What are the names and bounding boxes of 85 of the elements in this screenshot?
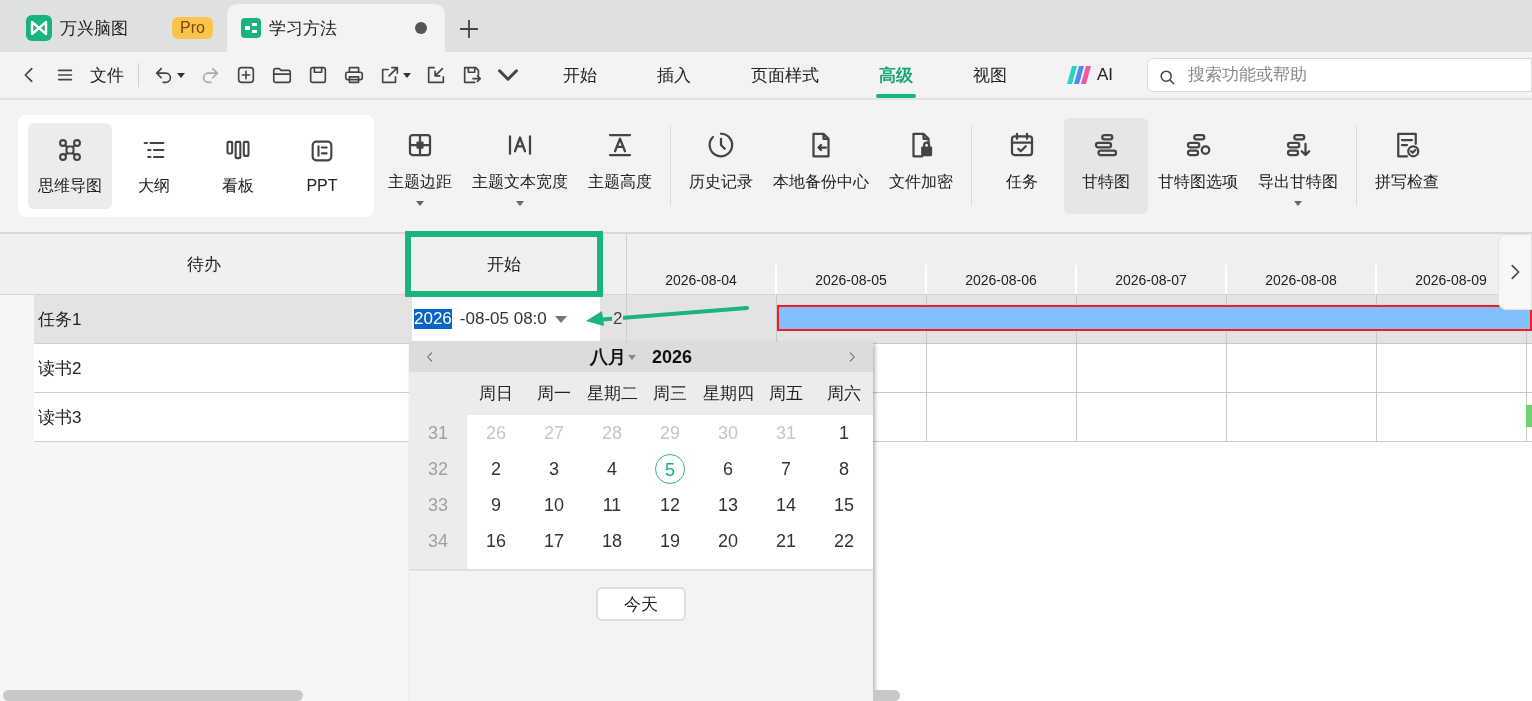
search-field[interactable]: 搜索功能或帮助 [1147, 58, 1532, 92]
ribbon-button[interactable]: 本地备份中心 [763, 118, 879, 214]
caret-icon [416, 201, 424, 206]
menu-tab[interactable]: AI [1037, 52, 1144, 98]
calendar-day[interactable]: 10 [539, 490, 569, 520]
app-logo-icon [26, 15, 52, 41]
calendar-day[interactable]: 7 [771, 454, 801, 484]
calendar-day[interactable]: 6 [713, 454, 743, 484]
calendar-day[interactable]: 13 [713, 490, 743, 520]
calendar-day[interactable]: 12 [655, 490, 685, 520]
calendar-day[interactable]: 11 [597, 490, 627, 520]
ribbon-button[interactable]: 甘特图选项 [1148, 118, 1248, 214]
caret-icon [177, 72, 185, 78]
calendar-day[interactable]: 1 [829, 418, 859, 448]
plus-icon [458, 19, 479, 39]
pro-badge: Pro [172, 17, 213, 39]
week-number: 32 [427, 458, 449, 481]
calendar-day[interactable]: 21 [771, 526, 801, 556]
calendar-day[interactable]: 8 [829, 454, 859, 484]
view-mode-button[interactable]: PPT [280, 123, 364, 209]
menu-tab[interactable]: 开始 [533, 52, 627, 98]
task-name: 任务1 [37, 308, 83, 331]
scrollbar-thumb[interactable] [873, 690, 900, 701]
view-mode-button[interactable]: 思维导图 [28, 123, 112, 209]
view-mode-button[interactable]: 大纲 [112, 123, 196, 209]
calendar-day[interactable]: 4 [597, 454, 627, 484]
calendar-day[interactable]: 20 [713, 526, 743, 556]
calendar-day[interactable]: 16 [481, 526, 511, 556]
today-button[interactable]: 今天 [596, 587, 686, 621]
caret-icon [627, 354, 636, 360]
ribbon-button[interactable]: 拼写检查 [1365, 118, 1449, 214]
ribbon-button[interactable]: 任务 [980, 118, 1064, 214]
ribbon-button[interactable]: 导出甘特图 [1248, 118, 1348, 214]
ribbon-button[interactable]: 历史记录 [679, 118, 763, 214]
history-icon [706, 130, 736, 160]
caret-icon [1294, 201, 1302, 206]
scroll-right-button[interactable] [1498, 234, 1532, 310]
ribbon-button[interactable]: 主题文本宽度 [462, 118, 578, 214]
save-as-icon [461, 64, 483, 86]
gantt-bar[interactable] [777, 305, 1532, 331]
calendar-day[interactable]: 22 [829, 526, 859, 556]
calendar-day[interactable]: 9 [481, 490, 511, 520]
menu-tab[interactable]: 插入 [627, 52, 721, 98]
save-icon [307, 64, 329, 86]
calendar-day[interactable]: 3 [539, 454, 569, 484]
week-number: 34 [427, 530, 449, 553]
column-header: 开始 [408, 234, 600, 294]
calendar-day[interactable]: 17 [539, 526, 569, 556]
ribbon-button[interactable]: 文件加密 [879, 118, 963, 214]
menu-tab[interactable]: 页面样式 [721, 52, 849, 98]
plus-square-icon [235, 64, 257, 86]
calendar-day[interactable]: 18 [597, 526, 627, 556]
document-tab[interactable]: 学习方法 [226, 4, 445, 52]
ai-logo-icon [1067, 66, 1091, 84]
ribbon-button[interactable]: 主题高度 [578, 118, 662, 214]
import-icon [425, 64, 447, 86]
calendar-day[interactable]: 2 [481, 454, 511, 484]
weekday-label: 周三 [652, 383, 688, 405]
column-header: 待办 [186, 253, 222, 276]
ribbon-button[interactable]: 甘特图 [1064, 118, 1148, 214]
task-name: 读书2 [37, 357, 83, 380]
menu-tab[interactable]: 视图 [943, 52, 1037, 98]
task-row[interactable]: 任务1 2026 -08-05 08:0 2 [34, 295, 626, 344]
week-number: 33 [427, 494, 449, 517]
mind-map-file-icon [240, 18, 261, 38]
weekday-label: 周五 [768, 383, 804, 405]
scrollbar-thumb[interactable] [3, 690, 303, 701]
caret-icon [403, 72, 411, 78]
weekday-label: 星期四 [701, 383, 755, 405]
calendar-day[interactable]: 14 [771, 490, 801, 520]
calendar-day[interactable]: 19 [655, 526, 685, 556]
year-label[interactable]: 2026 [651, 346, 692, 368]
caret-icon [516, 201, 524, 206]
date-input-field[interactable]: 2026 -08-05 08:0 [412, 297, 600, 341]
app-tab[interactable]: 万兴脑图 Pro [12, 4, 227, 52]
print-icon [343, 64, 365, 86]
weekday-label: 周六 [826, 383, 862, 405]
caret-icon [554, 315, 567, 323]
view-mode-button[interactable]: 看板 [196, 123, 280, 209]
share-icon [379, 64, 401, 86]
calendar-day[interactable]: 15 [829, 490, 859, 520]
file-menu[interactable]: 文件 [90, 63, 124, 87]
ribbon-button[interactable]: 主题边距 [378, 118, 462, 214]
week-number: 31 [427, 422, 449, 445]
task-name: 读书3 [37, 406, 83, 429]
